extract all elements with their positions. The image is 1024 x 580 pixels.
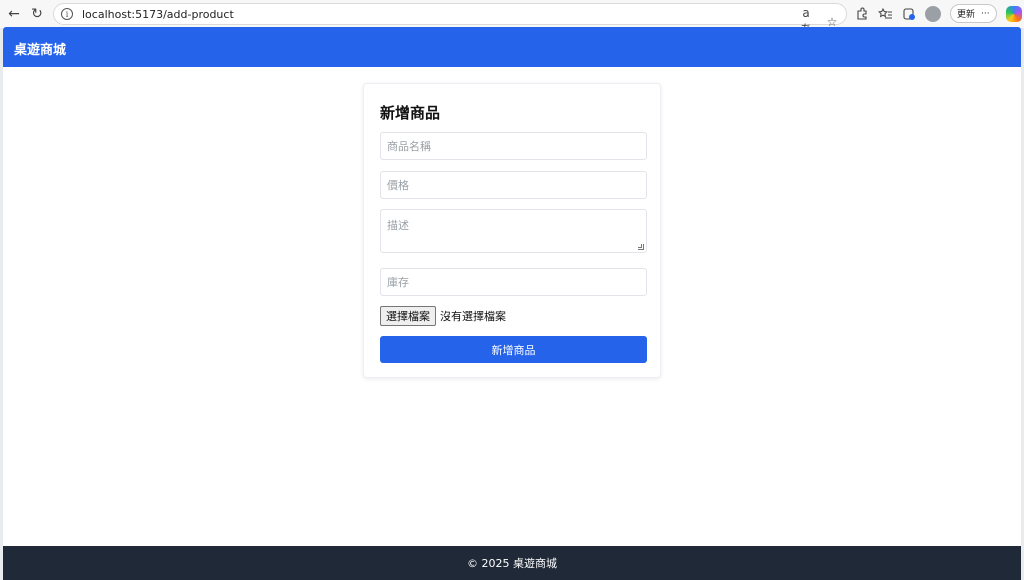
reload-icon[interactable]: ↻ [28, 5, 46, 23]
more-options-icon[interactable]: ··· [981, 9, 990, 19]
page-viewport: 桌遊商城 新增商品 商品名稱 價格 描述 庫存 選擇檔案 沒有選擇檔案 新增商品… [3, 27, 1021, 580]
file-status: 沒有選擇檔案 [440, 310, 506, 323]
description-textarea[interactable]: 描述 [380, 209, 647, 253]
update-label: 更新 [957, 10, 976, 20]
price-input[interactable]: 價格 [380, 171, 647, 199]
url-text[interactable]: localhost:5173/add-product [82, 8, 234, 21]
collections-icon[interactable] [902, 7, 916, 21]
favorites-icon[interactable] [878, 7, 893, 21]
site-header: 桌遊商城 [3, 27, 1021, 67]
stock-placeholder: 庫存 [387, 276, 409, 289]
product-name-placeholder: 商品名稱 [387, 140, 431, 153]
resize-handle-icon[interactable] [638, 244, 644, 250]
site-footer: © 2025 桌遊商城 [3, 546, 1021, 580]
profile-avatar[interactable] [925, 6, 941, 22]
copilot-icon[interactable] [1005, 6, 1022, 22]
description-placeholder: 描述 [387, 219, 409, 232]
product-name-input[interactable]: 商品名稱 [380, 132, 647, 160]
extensions-icon[interactable] [855, 7, 869, 21]
browser-extensions: 更新 ··· [855, 4, 1022, 23]
choose-file-button[interactable]: 選擇檔案 [380, 306, 436, 326]
stock-input[interactable]: 庫存 [380, 268, 647, 296]
browser-toolbar: ← ↻ i localhost:5173/add-product aあ ☆ 更新… [0, 0, 1024, 36]
site-title[interactable]: 桌遊商城 [14, 39, 66, 58]
submit-button[interactable]: 新增商品 [380, 336, 647, 363]
add-product-form: 新增商品 商品名稱 價格 描述 庫存 選擇檔案 沒有選擇檔案 新增商品 [363, 83, 661, 378]
address-bar[interactable]: i localhost:5173/add-product aあ ☆ [53, 3, 847, 36]
back-arrow-icon[interactable]: ← [5, 5, 23, 23]
update-button[interactable]: 更新 ··· [950, 4, 997, 23]
form-title: 新增商品 [380, 104, 441, 122]
site-info-icon[interactable]: i [61, 8, 73, 20]
price-placeholder: 價格 [387, 179, 409, 192]
file-upload: 選擇檔案 沒有選擇檔案 [380, 306, 506, 326]
footer-copyright: © 2025 桌遊商城 [467, 557, 557, 570]
